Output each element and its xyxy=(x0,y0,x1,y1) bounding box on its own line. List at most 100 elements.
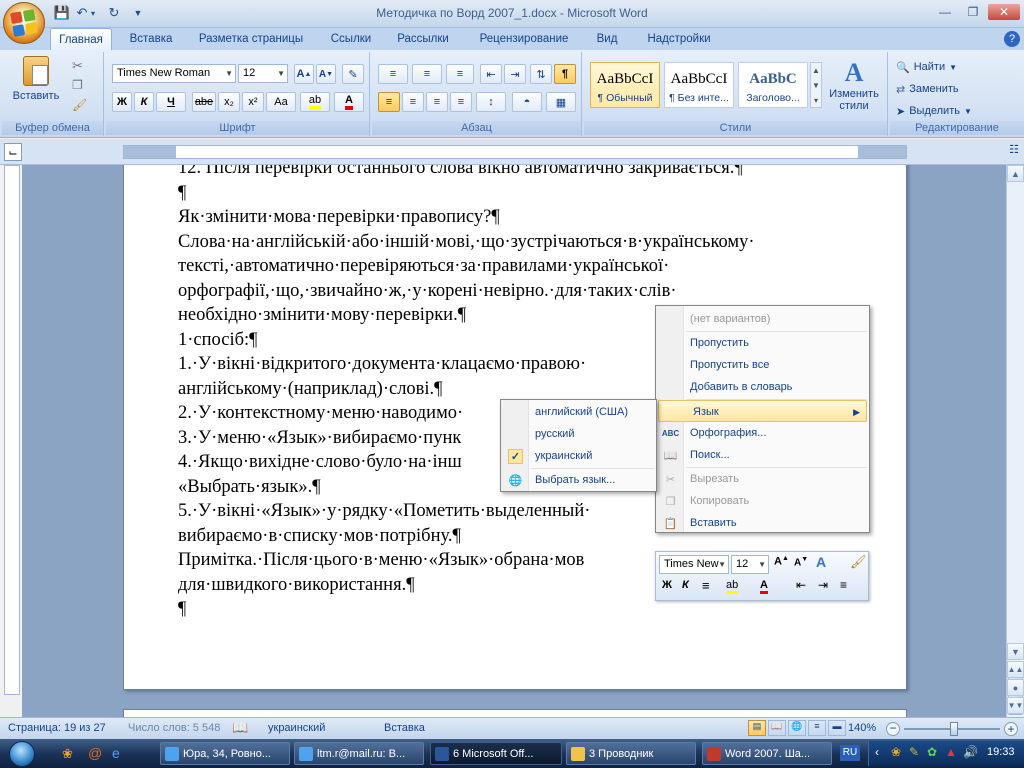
increase-indent-button[interactable]: ⇥ xyxy=(504,64,526,84)
menu-item-add-to-dictionary[interactable]: Добавить в словарь xyxy=(656,376,869,398)
lang-item-english[interactable]: английский (США) xyxy=(501,401,656,423)
next-page-icon[interactable]: ▼▼ xyxy=(1007,697,1024,714)
tab-view[interactable]: Вид xyxy=(588,28,626,50)
font-name-combo[interactable]: Times New Roman ▼ xyxy=(112,64,236,83)
tray-pen-icon[interactable]: ✎ xyxy=(909,745,919,759)
outline-icon[interactable]: ≡ xyxy=(808,720,826,736)
mini-grow-font-icon[interactable]: A▲ xyxy=(774,555,789,568)
quicklaunch-mail-icon[interactable]: @ xyxy=(88,745,102,761)
paste-button[interactable]: Вставить xyxy=(12,56,60,112)
restore-icon[interactable]: ❐ xyxy=(960,4,986,20)
word-count[interactable]: Число слов: 5 548 xyxy=(128,722,220,734)
strikethrough-button[interactable]: abe xyxy=(192,92,216,112)
proofing-icon[interactable]: 📖 xyxy=(232,720,248,736)
tab-insert[interactable]: Вставка xyxy=(120,28,182,50)
ruler-bar[interactable] xyxy=(123,145,907,159)
styles-scroll[interactable]: ▲ ▼ ▾ xyxy=(810,62,822,108)
show-marks-button[interactable]: ¶ xyxy=(554,64,576,84)
find-button[interactable]: 🔍 Найти ▼ xyxy=(896,58,957,76)
language-status[interactable]: украинский xyxy=(268,722,325,734)
tray-speaker-icon[interactable]: 🔊 xyxy=(963,745,978,759)
vertical-scrollbar[interactable]: ▲ ▼ ▲▲ ● ▼▼ xyxy=(1006,165,1024,717)
full-screen-reading-icon[interactable]: 📖 xyxy=(768,720,786,736)
mini-increase-indent-icon[interactable]: ⇥ xyxy=(818,578,828,592)
justify-button[interactable]: ≡ xyxy=(450,92,472,112)
menu-item-spelling[interactable]: ABC Орфография... xyxy=(656,422,869,444)
insert-mode[interactable]: Вставка xyxy=(384,722,425,734)
align-right-button[interactable]: ≡ xyxy=(426,92,448,112)
mini-decrease-indent-icon[interactable]: ⇤ xyxy=(796,578,806,592)
view-ruler-icon[interactable]: ☷ xyxy=(1006,143,1022,161)
shrink-font-button[interactable]: A ▼ xyxy=(316,64,336,84)
subscript-button[interactable]: x₂ xyxy=(218,92,240,112)
lang-item-ukrainian[interactable]: ✓ украинский xyxy=(501,445,656,467)
shading-button[interactable]: ◓ xyxy=(512,92,542,112)
web-layout-icon[interactable]: 🌐 xyxy=(788,720,806,736)
superscript-button[interactable]: x² xyxy=(242,92,264,112)
browse-object-icon[interactable]: ● xyxy=(1007,679,1024,696)
language-indicator[interactable]: RU xyxy=(840,745,860,761)
tab-addins[interactable]: Надстройки xyxy=(636,28,722,50)
zoom-level[interactable]: 140% xyxy=(848,722,876,734)
draft-icon[interactable]: ▬ xyxy=(828,720,846,736)
lang-item-russian[interactable]: русский xyxy=(501,423,656,445)
zoom-slider-thumb[interactable] xyxy=(950,722,958,736)
bullets-button[interactable]: ≡ xyxy=(378,64,408,84)
format-painter-icon[interactable]: 🖌 xyxy=(72,98,87,112)
tab-mailings[interactable]: Рассылки xyxy=(390,28,456,50)
multilevel-list-button[interactable]: ≡ xyxy=(446,64,474,84)
sort-button[interactable]: ⇅ xyxy=(530,64,552,84)
quicklaunch-butterfly-icon[interactable]: ❀ xyxy=(62,746,73,762)
tab-page-layout[interactable]: Разметка страницы xyxy=(190,28,312,50)
menu-item-skip-all[interactable]: Пропустить все xyxy=(656,354,869,376)
grow-font-button[interactable]: A ▲ xyxy=(294,64,314,84)
replace-button[interactable]: ⇄ Заменить xyxy=(896,80,959,98)
style-no-spacing[interactable]: AaBbCcI ¶ Без инте... xyxy=(664,62,734,108)
mini-shrink-font-icon[interactable]: A▼ xyxy=(794,556,808,568)
quicklaunch-ie-icon[interactable]: e xyxy=(112,745,120,761)
underline-button[interactable]: Ч xyxy=(156,92,186,112)
mini-bullets-icon[interactable]: ≡ xyxy=(840,578,847,592)
taskbar-item-browser[interactable]: Юра, 34, Ровно... xyxy=(160,742,290,765)
bold-button[interactable]: Ж xyxy=(112,92,132,112)
tray-icq-icon[interactable]: ✿ xyxy=(927,745,937,759)
tab-references[interactable]: Ссылки xyxy=(320,28,382,50)
menu-item-skip[interactable]: Пропустить xyxy=(656,332,869,354)
mini-italic-button[interactable]: К xyxy=(682,579,689,591)
mini-align-center-icon[interactable]: ≡ xyxy=(702,578,710,593)
mini-highlight-icon[interactable]: ab xyxy=(726,579,739,594)
tray-arrow-icon[interactable]: ‹ xyxy=(875,745,879,759)
select-button[interactable]: ➤ Выделить ▼ xyxy=(896,102,972,120)
style-normal[interactable]: AaBbCcI ¶ Обычный xyxy=(590,62,660,108)
office-button[interactable] xyxy=(3,2,45,44)
menu-item-paste[interactable]: 📋 Вставить xyxy=(656,512,869,534)
change-case-button[interactable]: Aa xyxy=(266,92,296,112)
mini-font-size-combo[interactable]: 12 ▼ xyxy=(731,555,769,574)
mini-font-color-icon[interactable]: A xyxy=(760,579,768,594)
copy-icon[interactable]: ❐ xyxy=(72,78,83,92)
scroll-down-icon[interactable]: ▼ xyxy=(1007,643,1024,660)
style-heading[interactable]: AaBbC Заголово... xyxy=(738,62,808,108)
mini-format-painter-icon[interactable]: 🖌 xyxy=(850,554,867,570)
tab-review[interactable]: Рецензирование xyxy=(466,28,582,50)
align-left-button[interactable]: ≡ xyxy=(378,92,400,112)
mini-bold-button[interactable]: Ж xyxy=(662,579,672,591)
start-button[interactable] xyxy=(2,739,42,768)
zoom-in-icon[interactable]: + xyxy=(1004,722,1018,736)
help-icon[interactable]: ? xyxy=(1004,31,1020,47)
decrease-indent-button[interactable]: ⇤ xyxy=(480,64,502,84)
menu-item-language[interactable]: Язык ▶ xyxy=(658,400,867,422)
cut-icon[interactable]: ✂ xyxy=(72,58,83,74)
change-styles-button[interactable]: A Изменить стили xyxy=(824,58,884,120)
lang-item-choose[interactable]: 🌐 Выбрать язык... xyxy=(501,469,656,491)
zoom-out-icon[interactable]: − xyxy=(886,722,900,736)
close-icon[interactable]: ✕ xyxy=(988,4,1020,20)
taskbar-item-word-doc[interactable]: Word 2007. Ша... xyxy=(702,742,832,765)
font-color-button[interactable]: A xyxy=(334,92,364,112)
taskbar-item-explorer[interactable]: 3 Проводник xyxy=(566,742,696,765)
scroll-up-icon[interactable]: ▲ xyxy=(1007,165,1024,182)
prev-page-icon[interactable]: ▲▲ xyxy=(1007,661,1024,678)
italic-button[interactable]: К xyxy=(134,92,154,112)
taskbar-item-office[interactable]: 6 Microsoft Off... xyxy=(430,742,562,765)
tab-selector-icon[interactable]: ⌙ xyxy=(4,143,22,161)
